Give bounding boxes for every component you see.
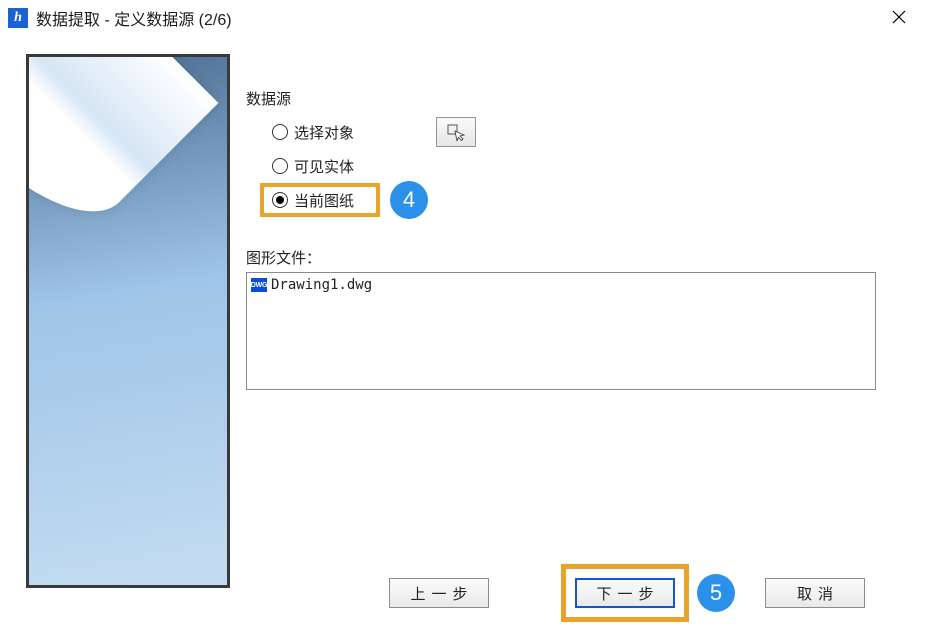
callout-number: 4 [403, 187, 415, 213]
next-button[interactable]: 下一步 [575, 578, 675, 608]
drawing-files-section: 图形文件： DWG Drawing1.dwg [246, 247, 899, 390]
pick-cursor-icon [446, 123, 466, 141]
pick-objects-button[interactable] [436, 117, 476, 147]
cancel-button[interactable]: 取消 [765, 578, 865, 608]
drawing-files-label: 图形文件： [246, 247, 899, 268]
list-item[interactable]: DWG Drawing1.dwg [251, 277, 871, 293]
dialog-body: 数据源 选择对象 可见实体 当前图纸 [0, 36, 925, 602]
window-title: 数据提取 - 定义数据源 (2/6) [36, 6, 232, 30]
file-name: Drawing1.dwg [271, 277, 372, 293]
radio-icon [272, 158, 288, 174]
form-area: 数据源 选择对象 可见实体 当前图纸 [246, 54, 899, 602]
radio-icon [272, 124, 288, 140]
button-label: 下一步 [590, 583, 659, 604]
radio-label: 选择对象 [294, 122, 354, 143]
radio-select-objects[interactable]: 选择对象 [246, 115, 899, 149]
data-source-label: 数据源 [246, 88, 899, 109]
radio-current-drawing[interactable]: 当前图纸 [246, 183, 899, 217]
file-icon-text: DWG [251, 282, 268, 289]
annotation-callout-4: 4 [390, 181, 428, 219]
radio-icon [272, 192, 288, 208]
close-icon [892, 8, 906, 29]
next-button-wrapper: 下一步 [575, 578, 675, 608]
radio-label: 可见实体 [294, 156, 354, 177]
close-button[interactable] [881, 0, 917, 36]
radio-label: 当前图纸 [294, 190, 354, 211]
button-label: 上一步 [404, 583, 473, 604]
data-source-radio-group: 选择对象 可见实体 当前图纸 4 [246, 115, 899, 217]
dwg-file-icon: DWG [251, 278, 267, 292]
app-icon-initial: h [14, 10, 22, 26]
radio-visible-entities[interactable]: 可见实体 [246, 149, 899, 183]
callout-number: 5 [710, 580, 722, 606]
drawing-files-list[interactable]: DWG Drawing1.dwg [246, 272, 876, 390]
annotation-callout-5: 5 [697, 574, 735, 612]
back-button[interactable]: 上一步 [389, 578, 489, 608]
title-bar: h 数据提取 - 定义数据源 (2/6) [0, 0, 925, 36]
preview-pane [26, 54, 230, 588]
button-label: 取消 [791, 583, 839, 604]
dialog-footer: 上一步 下一步 5 取消 [389, 574, 865, 612]
app-icon: h [8, 8, 28, 28]
